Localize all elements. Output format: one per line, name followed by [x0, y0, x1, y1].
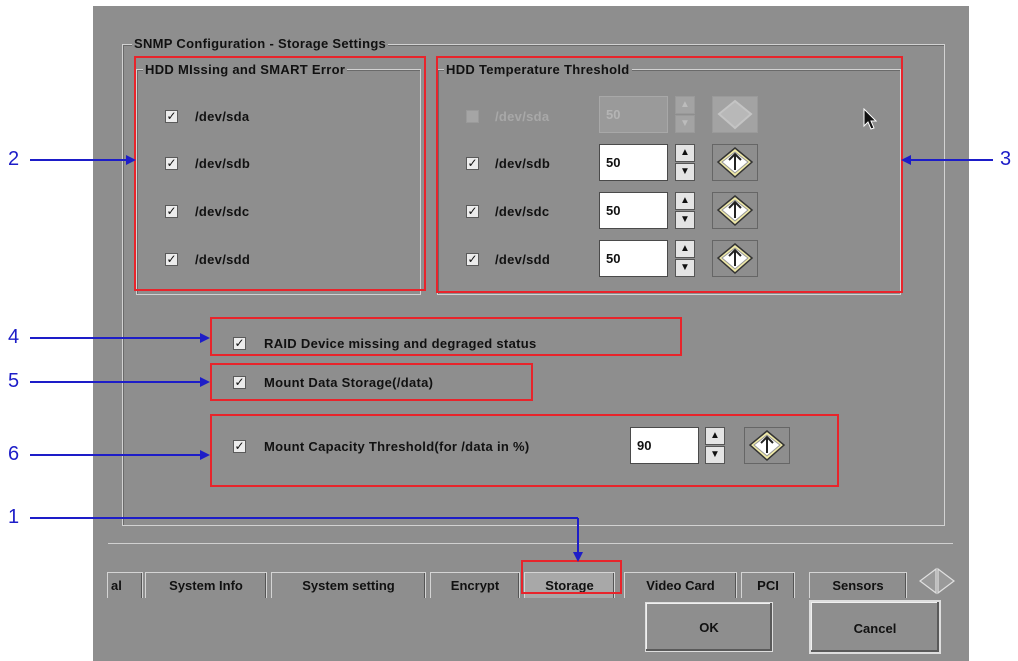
callout-label-4: 4 — [8, 326, 20, 348]
callout-label-5: 5 — [8, 370, 20, 392]
callout-label-1: 1 — [8, 506, 20, 528]
callout-label-6: 6 — [8, 443, 20, 465]
callout-label-3: 3 — [1000, 148, 1012, 170]
callout-arrows — [30, 155, 993, 562]
callout-label-2: 2 — [8, 148, 20, 170]
